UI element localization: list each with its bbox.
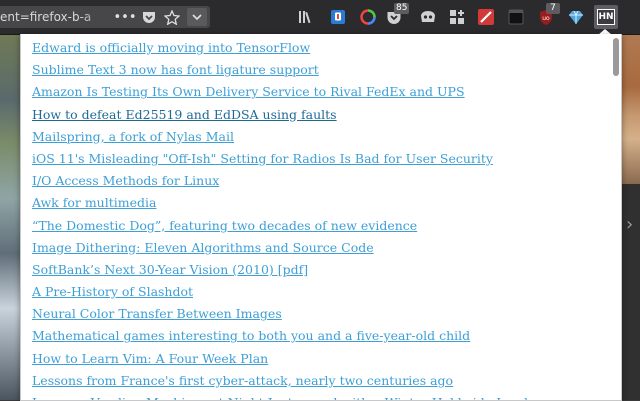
hn-extension-button[interactable]: HN [594,5,618,29]
popup-scrollbar[interactable] [613,38,619,76]
story-link[interactable]: Edward is officially moving into TensorF… [32,40,310,55]
background-page-photo-left [0,34,22,400]
story-item: Amazon Is Testing Its Own Delivery Servi… [32,81,621,103]
page-actions-button[interactable]: ••• [114,8,137,26]
pocket-count-badge: 85 [394,3,410,14]
story-item: Edward is officially moving into TensorF… [32,37,621,59]
story-item: Awk for multimedia [32,192,621,214]
story-item: Lessons from France's first cyber-attack… [32,370,621,392]
url-fade [80,6,112,28]
story-link[interactable]: Awk for multimedia [32,195,156,210]
privacy-mask-icon[interactable] [418,7,438,27]
story-item: A Pre-History of Slashdot [32,281,621,303]
library-icon[interactable] [296,7,316,27]
hn-label: HN [597,9,615,25]
story-link[interactable]: Lessons from France's first cyber-attack… [32,373,453,388]
grid-add-icon[interactable] [447,7,467,27]
ublock-count-badge: 7 [546,3,560,14]
diagonal-tool-icon[interactable] [476,7,496,27]
story-item: How to defeat Ed25519 and EdDSA using fa… [32,104,621,126]
story-item: SoftBank’s Next 30-Year Vision (2010) [p… [32,259,621,281]
color-picker-icon[interactable] [358,7,378,27]
story-link[interactable]: I/O Access Methods for Linux [32,173,219,188]
story-item: How to Learn Vim: A Four Week Plan [32,348,621,370]
story-link[interactable]: Amazon Is Testing Its Own Delivery Servi… [32,84,465,99]
story-item: Neural Color Transfer Between Images [32,303,621,325]
story-item: Sublime Text 3 now has font ligature sup… [32,59,621,81]
browser-toolbar: ent=firefox-b-a ••• 85 uo 7 HN [0,0,640,35]
story-link[interactable]: How to Learn Vim: A Four Week Plan [32,351,268,366]
story-link[interactable]: A Pre-History of Slashdot [32,284,193,299]
terminal-icon[interactable] [506,7,526,27]
story-link[interactable]: Image Dithering: Eleven Algorithms and S… [32,240,374,255]
story-link[interactable]: Mathematical games interesting to both y… [32,328,470,343]
story-list: Edward is officially moving into TensorF… [21,34,621,400]
story-item: Mailspring, a fork of Nylas Mail [32,126,621,148]
url-bar[interactable]: ent=firefox-b-a ••• [0,6,210,28]
shield-extension-icon[interactable] [328,7,348,27]
story-link[interactable]: “The Domestic Dog”, featuring two decade… [32,218,417,233]
hn-stories-popup: Edward is officially moving into TensorF… [20,34,622,401]
story-item: I/O Access Methods for Linux [32,170,621,192]
pocket-save-icon[interactable] [140,8,158,26]
next-arrow-icon[interactable]: › [626,214,633,235]
story-link[interactable]: SoftBank’s Next 30-Year Vision (2010) [p… [32,262,308,277]
diamond-icon[interactable] [566,7,586,27]
story-item: “The Domestic Dog”, featuring two decade… [32,215,621,237]
story-item: Mathematical games interesting to both y… [32,325,621,347]
story-link[interactable]: Neural Color Transfer Between Images [32,306,282,321]
dropdown-chevron-icon[interactable] [187,8,207,26]
story-link[interactable]: Mailspring, a fork of Nylas Mail [32,129,234,144]
bookmark-star-icon[interactable] [163,8,181,26]
story-link[interactable]: Sublime Text 3 now has font ligature sup… [32,62,319,77]
background-page-photo-right [620,34,640,184]
story-link[interactable]: Lessons: Vending Machines at Night Juxta… [32,395,564,400]
story-item: iOS 11's Misleading "Off-Ish" Setting fo… [32,148,621,170]
svg-text:uo: uo [542,15,550,22]
story-item: Image Dithering: Eleven Algorithms and S… [32,237,621,259]
story-link[interactable]: iOS 11's Misleading "Off-Ish" Setting fo… [32,151,493,166]
story-link[interactable]: How to defeat Ed25519 and EdDSA using fa… [32,107,337,122]
